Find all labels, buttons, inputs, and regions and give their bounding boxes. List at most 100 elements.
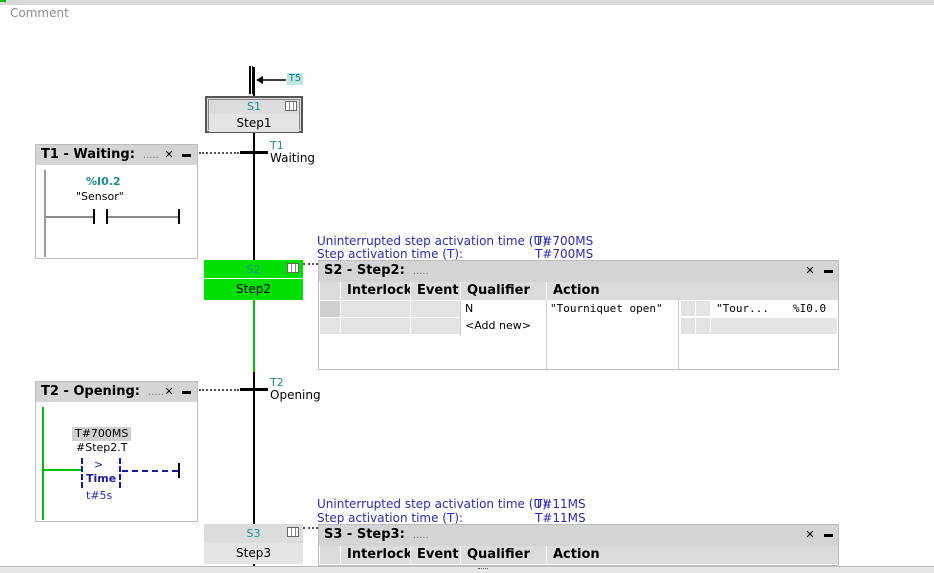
sub-row-marker[interactable] xyxy=(681,301,695,316)
sub-row-empty[interactable] xyxy=(711,318,837,334)
t1-panel-title: T1 - Waiting: xyxy=(41,147,135,162)
s2-connector-dotted xyxy=(303,263,318,265)
t2-wire-dashed xyxy=(122,470,178,472)
transition-t1-bar[interactable] xyxy=(240,151,268,154)
t1-power-rail xyxy=(44,170,46,257)
action-operand-tag[interactable]: "Tour... xyxy=(716,301,769,317)
transition-t2-name[interactable]: Opening xyxy=(270,388,321,402)
t2-condition-panel: T2 - Opening:..... ✕ T#700MS #Step2.T > … xyxy=(35,381,198,522)
transition-t1-name[interactable]: Waiting xyxy=(270,151,315,165)
t2-compare-left-edge[interactable] xyxy=(81,458,83,488)
row2-event[interactable] xyxy=(411,318,460,334)
t2-monitor-value: T#700MS xyxy=(72,427,132,441)
step-s1[interactable]: S1 Step1 xyxy=(205,96,303,133)
s3-table-header: S3 - Step3:..... ✕ xyxy=(319,525,838,546)
t2-connector-dotted xyxy=(199,389,239,391)
chain-line-s2-t2-active xyxy=(253,300,255,372)
chain-line-top xyxy=(253,67,255,97)
horizontal-scrollbar[interactable] xyxy=(0,566,934,573)
jump-arrow-icon xyxy=(256,74,286,86)
row1-interlock[interactable] xyxy=(341,301,410,317)
active-indicator xyxy=(0,0,6,2)
s3-uninterrupted-value: T#11MS xyxy=(535,497,586,511)
col-interlock[interactable]: Interlock xyxy=(340,282,412,300)
jump-double-line xyxy=(249,66,253,94)
t1-panel-comment[interactable]: ..... xyxy=(143,150,159,161)
expand-icon[interactable]: ✕ xyxy=(805,265,815,276)
s3-table-comment[interactable]: ..... xyxy=(413,530,429,541)
action-table-icon[interactable] xyxy=(287,263,299,273)
s3-activation-label: Step activation time (T): xyxy=(317,511,464,525)
col-event[interactable]: Event xyxy=(410,546,460,564)
s2-uninterrupted-value: T#700MS xyxy=(535,234,594,248)
s2-activation-label: Step activation time (T): xyxy=(317,247,464,261)
step-s2-name: Step2 xyxy=(236,282,271,296)
step-s3[interactable]: S3 Step3 xyxy=(204,524,303,564)
col-qualifier[interactable]: Qualifier xyxy=(460,546,546,564)
minimize-icon[interactable] xyxy=(824,270,833,273)
t2-compare-operand[interactable]: #Step2.T xyxy=(76,441,127,454)
row2-header[interactable] xyxy=(320,318,340,334)
t1-condition-panel: T1 - Waiting:..... ✕ %I0.2 "Sensor" xyxy=(35,144,198,259)
t1-wire-left xyxy=(46,216,93,218)
s3-connector-dotted xyxy=(303,527,318,529)
row1-qualifier[interactable]: N xyxy=(465,301,473,317)
minimize-icon[interactable] xyxy=(182,154,191,157)
action-table-icon[interactable] xyxy=(285,101,297,111)
t2-coil-end xyxy=(178,463,180,478)
sub-row-marker[interactable] xyxy=(696,301,710,316)
expand-icon[interactable]: ✕ xyxy=(164,386,174,397)
t2-panel-title: T2 - Opening: xyxy=(41,384,141,399)
row1-event[interactable] xyxy=(411,301,460,317)
jump-label[interactable]: T5 xyxy=(287,73,303,85)
col-action[interactable]: Action xyxy=(546,282,838,300)
t1-connector-dotted xyxy=(199,152,239,154)
step-s3-name: Step3 xyxy=(204,543,303,564)
t1-contact-address[interactable]: %I0.2 xyxy=(86,175,121,188)
network-comment[interactable]: Comment xyxy=(10,6,69,20)
t2-compare-operator[interactable]: > xyxy=(94,458,103,471)
row2-add-new[interactable]: <Add new> xyxy=(465,318,531,334)
s3-table-title: S3 - Step3: xyxy=(324,527,405,542)
step-s1-name: Step1 xyxy=(209,114,299,132)
sub-row-marker[interactable] xyxy=(696,318,710,334)
s2-action-table: S2 - Step2:..... ✕ Interlock Event Quali… xyxy=(318,260,839,370)
t2-compare-right-edge[interactable] xyxy=(119,458,121,488)
t2-compare-type[interactable]: Time xyxy=(86,472,116,485)
row1-header[interactable] xyxy=(320,301,340,317)
s3-uninterrupted-label: Uninterrupted step activation time (U): xyxy=(317,497,551,511)
chain-line-t2-s3 xyxy=(253,372,255,525)
t2-panel-header: T2 - Opening:..... ✕ xyxy=(36,382,197,402)
s2-activation-value: T#700MS xyxy=(535,247,594,261)
step-s2-active[interactable]: S2 Step2 xyxy=(204,260,303,300)
col-qualifier[interactable]: Qualifier xyxy=(460,282,546,300)
s3-activation-value: T#11MS xyxy=(535,511,586,525)
transition-t2-bar[interactable] xyxy=(240,388,268,391)
col-action[interactable]: Action xyxy=(546,546,838,564)
t2-panel-comment[interactable]: ..... xyxy=(148,387,164,398)
minimize-icon[interactable] xyxy=(824,534,833,537)
s2-uninterrupted-label: Uninterrupted step activation time (U): xyxy=(317,234,551,248)
action-operand-address[interactable]: %I0.0 xyxy=(793,301,826,317)
expand-icon[interactable]: ✕ xyxy=(805,529,815,540)
row1-action[interactable]: "Tourniquet open" xyxy=(550,301,663,317)
row-header-col xyxy=(320,546,340,564)
col-event[interactable]: Event xyxy=(410,282,460,300)
t2-compare-reference[interactable]: t#5s xyxy=(86,489,112,502)
t2-wire-active xyxy=(44,469,82,471)
row2-interlock[interactable] xyxy=(341,318,410,334)
minimize-icon[interactable] xyxy=(182,391,191,394)
scroll-grip-icon[interactable] xyxy=(478,568,488,571)
t1-contact-tag[interactable]: "Sensor" xyxy=(76,190,124,203)
divider xyxy=(678,300,679,369)
s2-table-comment[interactable]: ..... xyxy=(413,266,429,277)
s3-action-table: S3 - Step3:..... ✕ Interlock Event Quali… xyxy=(318,524,839,566)
expand-icon[interactable]: ✕ xyxy=(164,149,174,160)
t1-coil-end xyxy=(178,209,180,224)
t1-panel-header: T1 - Waiting:..... ✕ xyxy=(36,145,197,165)
action-table-icon[interactable] xyxy=(287,527,299,537)
sub-row-marker[interactable] xyxy=(681,318,695,334)
t1-contact-left[interactable] xyxy=(93,209,95,224)
t1-wire-right xyxy=(108,216,178,218)
col-interlock[interactable]: Interlock xyxy=(340,546,412,564)
